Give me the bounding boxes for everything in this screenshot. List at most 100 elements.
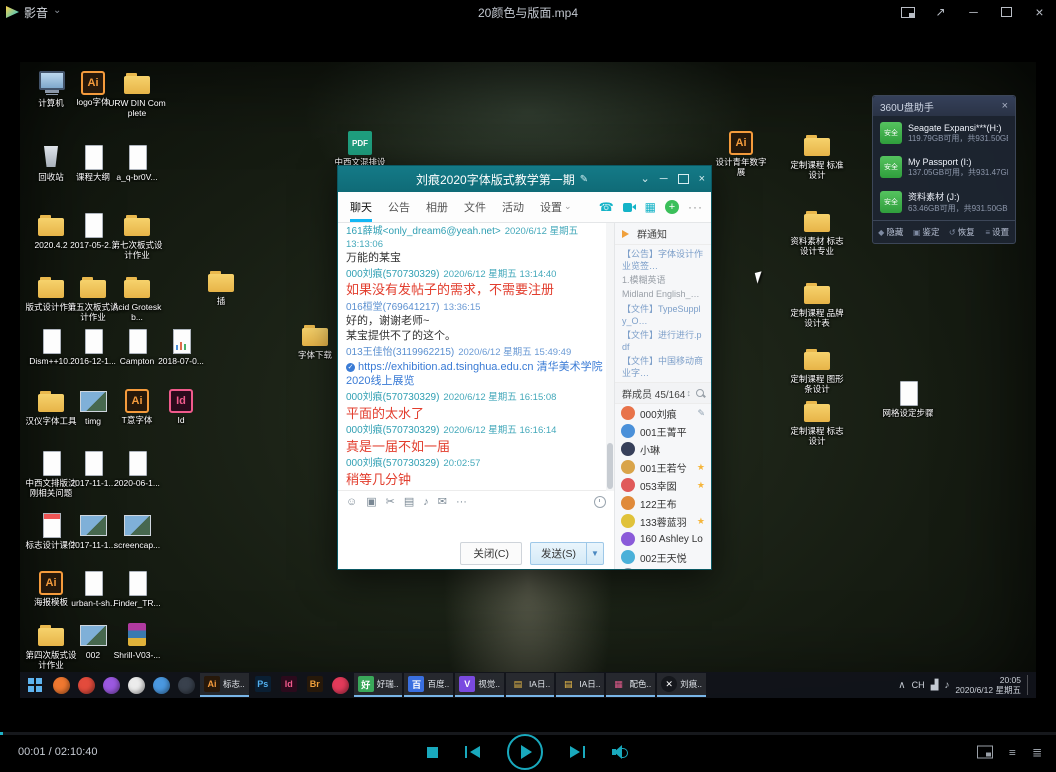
usb-action-3[interactable]: ≡设置 [980,221,1016,243]
usb-action-2[interactable]: ↺恢复 [944,221,980,243]
apps-grid-icon[interactable]: ▦ [645,201,656,213]
tab-album[interactable]: 相册 [418,192,456,222]
member-row[interactable]: 001王若兮 ★ [615,458,711,476]
message-sender[interactable]: 000刘痕(570730329)2020/6/12 星期五 13:14:40 [346,269,606,282]
notice-item[interactable]: 【文件】TypeSupply_O… [615,302,711,328]
message-sender[interactable]: 013王佳怡(3119962215)2020/6/12 星期五 15:49:49 [346,347,606,360]
desktop-icon[interactable]: Ai 设计青年数字展 [712,130,770,177]
mini-mode-icon[interactable] [891,0,924,24]
message-sender[interactable]: 016桓堂(769641217)13:36:15 [346,302,606,315]
capture-icon[interactable] [977,746,993,759]
folder-window-button[interactable]: ▤IA日.. [556,673,604,697]
tab-announcement[interactable]: 公告 [380,192,418,222]
message-link[interactable]: ✓https://exhibition.ad.tsinghua.edu.cn 清… [346,360,606,390]
member-row[interactable]: 133蓉蓝羽 ★ [615,512,711,530]
desktop-icon[interactable]: a_q-br0V... [108,144,166,182]
message-input[interactable] [338,513,614,537]
minimize-button[interactable]: ─ [957,0,990,24]
notice-item[interactable]: 【文件】进行进行.pdf [615,328,711,354]
app-icon[interactable] [103,677,120,694]
message-sender[interactable]: 000刘痕(570730329)20:02:57 [346,458,606,471]
desktop-icon[interactable]: 定制课程 品牌设计表 [788,280,846,328]
desktop-icon[interactable]: URW DIN Complete [108,70,166,118]
desktop-icon[interactable]: Acid Grotesk b... [108,274,166,322]
app-icon[interactable] [128,677,145,694]
more-tools-icon[interactable]: ··· [456,497,467,508]
next-button[interactable] [570,746,585,758]
desktop-icon[interactable]: Finder_TR... [108,570,166,608]
more-icon[interactable]: ··· [688,201,703,213]
usb-drive-row[interactable]: 安全 Seagate Expansi***(H:) 119.79GB可用，共93… [873,116,1015,150]
member-row[interactable]: 000刘痕 ✎ [615,404,711,422]
chrome-icon[interactable] [153,677,170,694]
send-button[interactable]: 发送(S) ▼ [530,542,604,565]
illustrator-taskbar-button[interactable]: Ai标志.. [200,673,249,697]
desktop-icon[interactable]: 定制课程 标志设计 [788,398,846,446]
screenshot-icon[interactable]: ✂ [386,497,395,508]
chevron-down-icon[interactable]: ⌄ [641,174,650,185]
emoji-icon[interactable]: ☺ [346,497,357,508]
boost-icon[interactable]: ↗ [924,0,957,24]
message-sender[interactable]: 161薛城<only_dream6@yeah.net>2020/6/12 星期五… [346,226,606,251]
notice-item[interactable]: 【公告】字体设计作业览签… [615,247,711,273]
message-sender[interactable]: 000刘痕(570730329)2020/6/12 星期五 16:15:08 [346,392,606,405]
network-icon[interactable]: ▟ [931,680,939,691]
message-sender[interactable]: 000刘痕(570730329)2020/6/12 星期五 16:16:14 [346,425,606,438]
shijue-window-button[interactable]: V视觉.. [455,673,504,697]
member-row[interactable]: 002王天悦 [615,548,711,566]
usb-action-0[interactable]: ◆隐藏 [873,221,909,243]
desktop-icon[interactable]: Shrill-V03-... [108,622,166,660]
desktop-icon[interactable]: 字体下载 [286,322,344,360]
hidden-icons-caret[interactable]: ∧ [898,680,905,691]
close-chat-button[interactable]: 关闭(C) [460,542,522,565]
voice-call-icon[interactable]: ☎ [599,201,614,213]
bridge-taskbar-button[interactable]: Br [303,673,327,697]
message-history-icon[interactable] [594,496,606,508]
maximize-button[interactable] [990,0,1023,24]
volume-icon[interactable]: ♪ [944,680,949,691]
desktop-icon[interactable]: screencap... [108,512,166,550]
photoshop-taskbar-button[interactable]: Ps [251,673,275,697]
close-icon[interactable]: × [1002,100,1008,112]
desktop-icon[interactable]: 第七次板式设计作业 [108,212,166,260]
indesign-taskbar-button[interactable]: Id [277,673,301,697]
chat-scrollbar[interactable] [606,223,614,491]
tab-activity[interactable]: 活动 [494,192,532,222]
notice-item[interactable]: 【文件】中国移动商业字… [615,354,711,380]
playlist-icon[interactable]: ≣ [1032,746,1042,758]
send-options-caret[interactable]: ▼ [586,543,603,564]
stop-button[interactable] [427,747,438,758]
audio-settings-icon[interactable]: ≡ [1009,746,1016,758]
folder-window-button[interactable]: ▤IA日.. [506,673,554,697]
desktop-icon[interactable]: 2018-07-0... [152,328,210,366]
peise-window-button[interactable]: ▦配色.. [606,673,655,697]
play-button[interactable] [507,734,543,770]
music-icon[interactable]: ♪ [423,497,429,508]
tab-settings[interactable]: 设置⌄ [532,192,580,222]
browser-icon[interactable] [78,677,95,694]
show-desktop-button[interactable] [1027,675,1032,695]
tray-clock[interactable]: 20:05 2020/6/12 星期五 [955,675,1021,695]
firefox-icon[interactable] [53,677,70,694]
notice-item[interactable]: 1.模糊英语 [615,273,711,287]
baidu-window-button[interactable]: 百百度.. [404,673,453,697]
notice-item[interactable]: Midland English_… [615,287,711,301]
usb-action-1[interactable]: ▣鉴定 [909,221,945,243]
shake-icon[interactable]: ✉ [438,497,447,508]
member-row[interactable]: 003郑春 [615,566,711,569]
video-stage[interactable]: 计算机 Ai logo字体 URW DIN Complete 回收站 课程大纲 … [0,24,1056,732]
player-menu-button[interactable]: 影音 ⌄ [0,4,61,21]
minimize-button[interactable]: ─ [660,174,668,185]
usb-drive-row[interactable]: 安全 My Passport (I:) 137.05GB可用，共931.47GB [873,150,1015,184]
member-row[interactable]: 160 Ashley Lo [615,530,711,548]
huaban-icon[interactable] [332,677,349,694]
desktop-icon[interactable]: 插 [192,268,250,306]
desktop-icon[interactable]: 定制课程 标准设计 [788,132,846,180]
app-icon[interactable] [178,677,195,694]
member-row[interactable]: 053幸囡 ★ [615,476,711,494]
sort-icon[interactable]: ↕ [687,388,692,398]
usb-drive-row[interactable]: 安全 资料素材 (J:) 63.46GB可用，共931.50GB [873,184,1015,220]
maximize-button[interactable] [678,174,689,184]
desktop-icon[interactable]: 2020-06-1... [108,450,166,488]
member-row[interactable]: 001王菁平 [615,422,711,440]
